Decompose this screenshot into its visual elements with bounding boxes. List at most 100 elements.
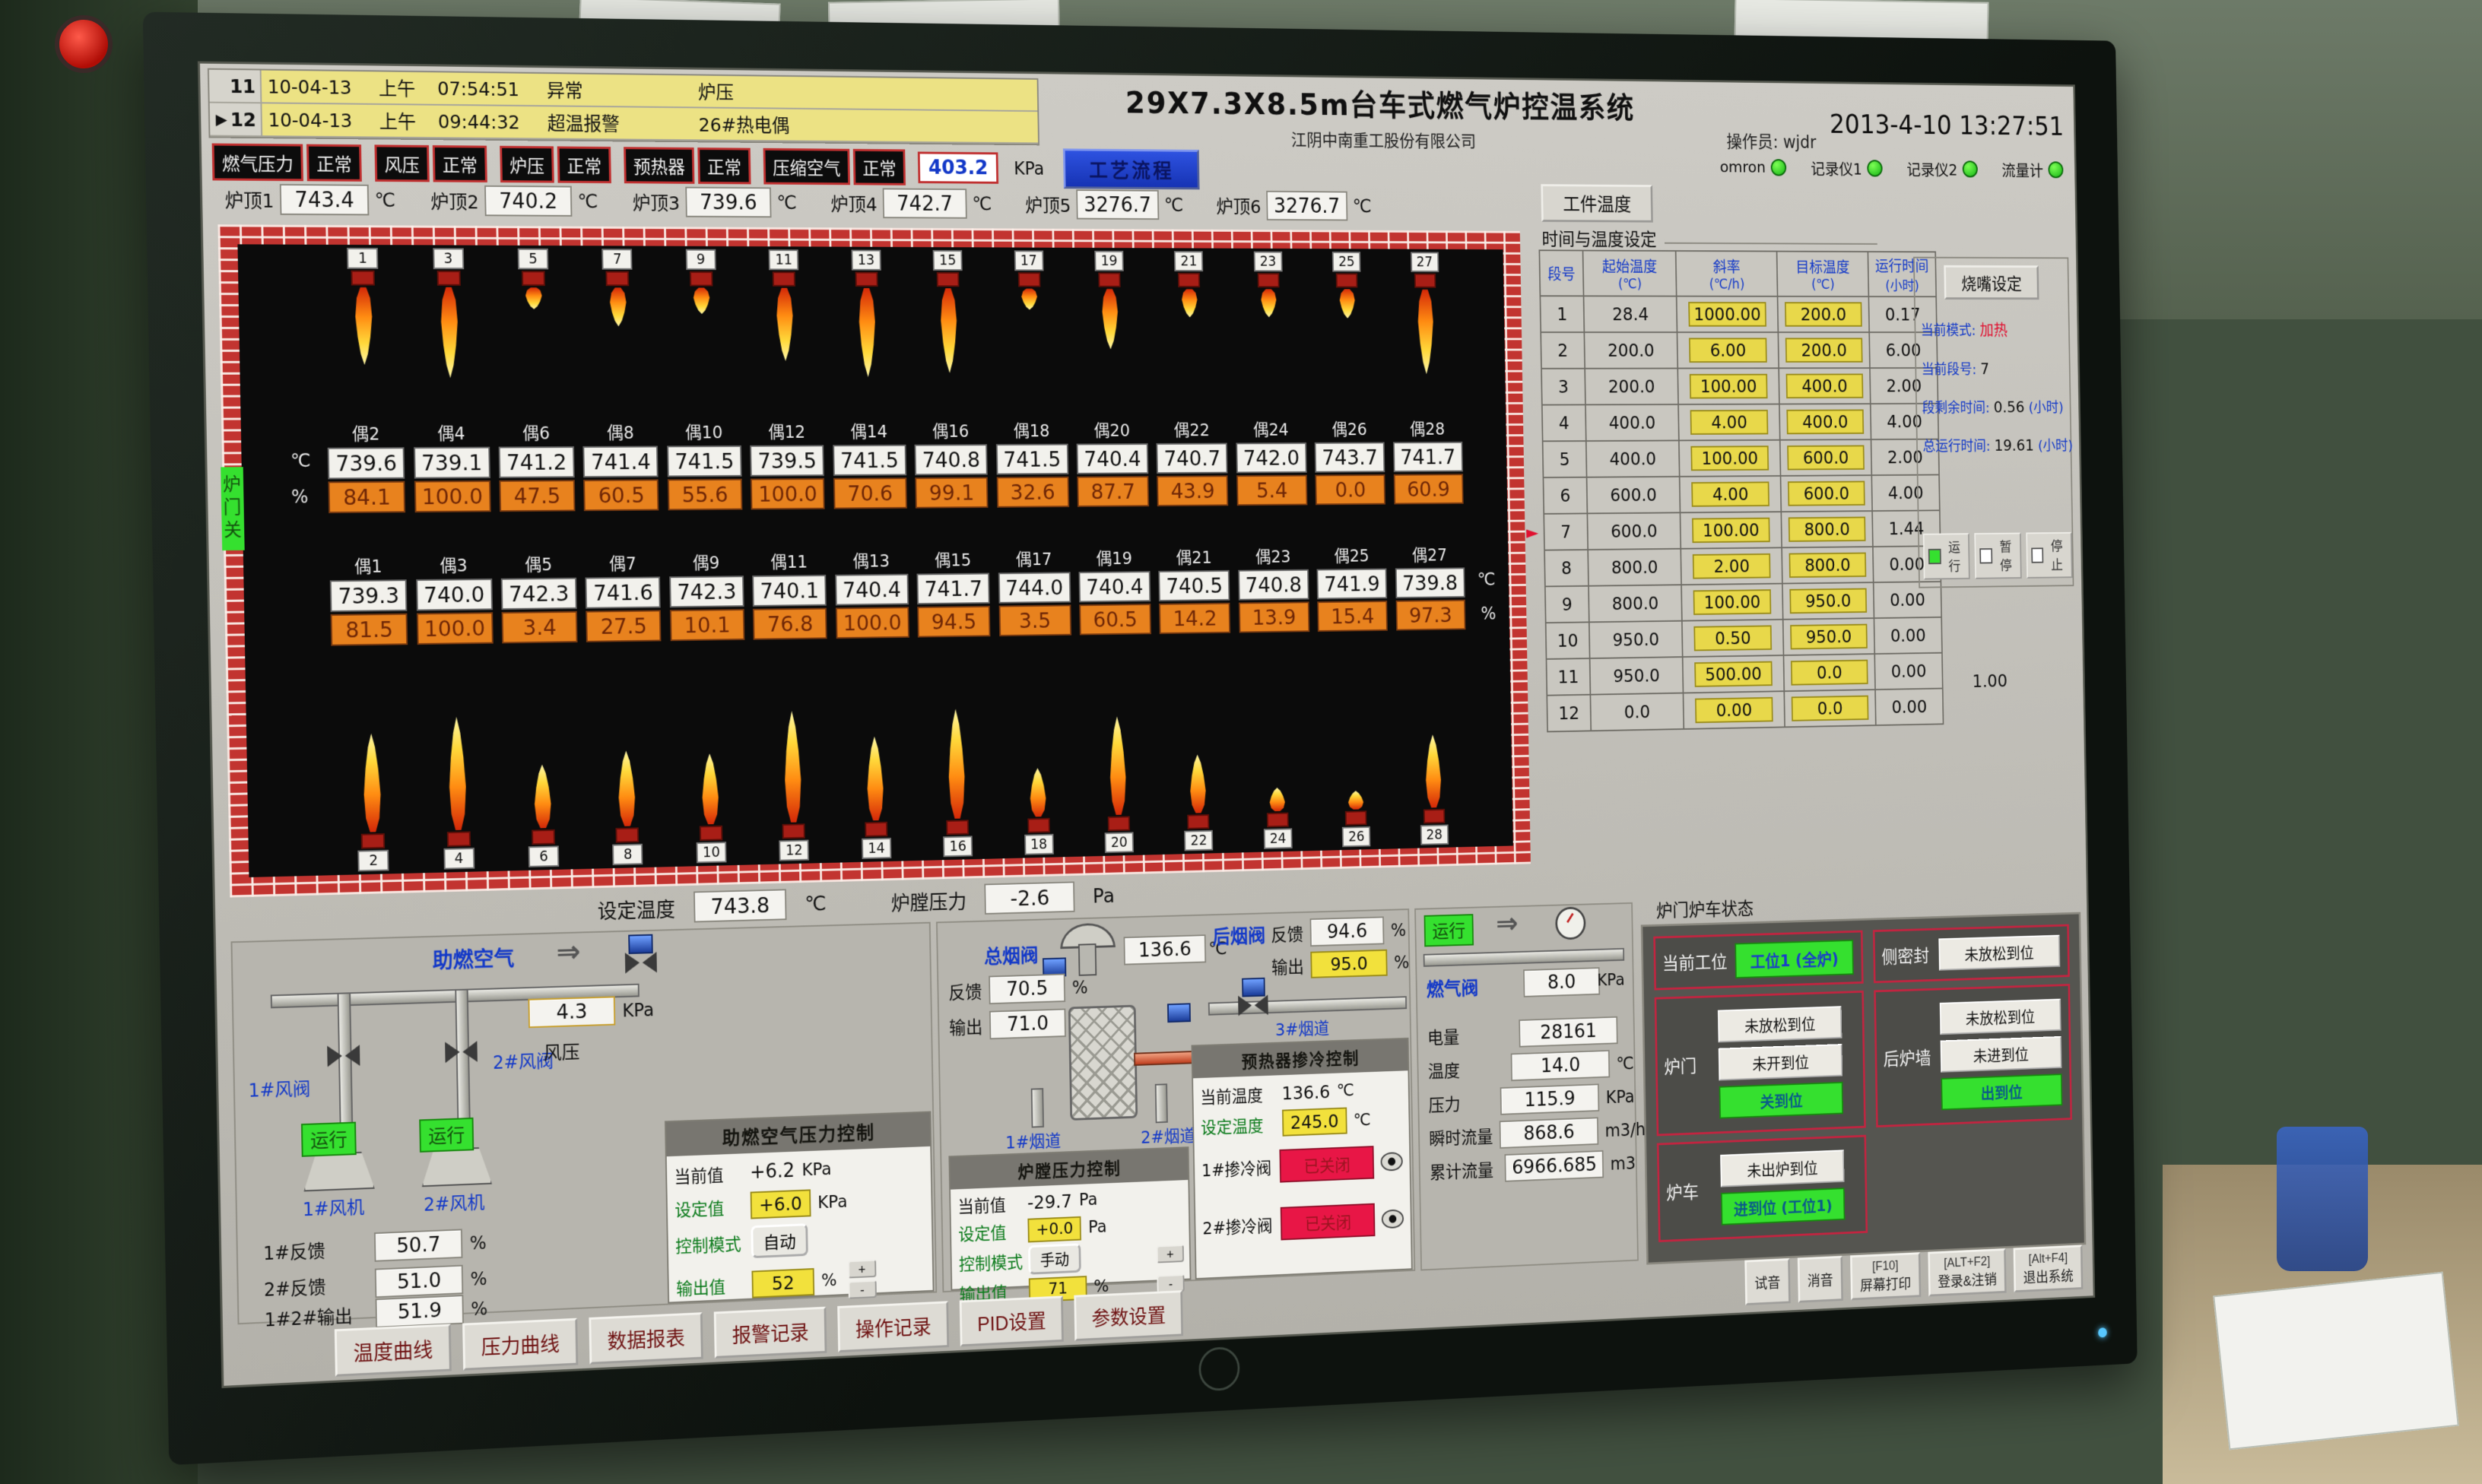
- schedule-rate[interactable]: 100.00: [1693, 589, 1772, 615]
- stop-button[interactable]: 停止: [2026, 532, 2073, 579]
- burner-block-icon: [522, 271, 545, 286]
- schedule-rate[interactable]: 500.00: [1694, 661, 1773, 687]
- burner-settings-button[interactable]: 烧嘴设定: [1944, 265, 2039, 300]
- schedule-rate[interactable]: 0.50: [1693, 625, 1772, 651]
- schedule-target[interactable]: 800.0: [1788, 517, 1866, 542]
- workpiece-temp-button[interactable]: 工件温度: [1541, 184, 1653, 222]
- run-button[interactable]: 运行: [1923, 533, 1970, 579]
- process-flow-button[interactable]: 工艺流程: [1063, 148, 1200, 189]
- alarm-list[interactable]: 11 10-04-13 上午 07:54:51 异常 炉压 ▶ 12 10-04…: [208, 68, 1039, 146]
- burner-number: 10: [696, 842, 726, 863]
- background-object: [2277, 1127, 2368, 1271]
- utility-button[interactable]: 试音: [1744, 1258, 1790, 1305]
- schedule-target[interactable]: 800.0: [1789, 553, 1867, 578]
- burner-block-icon: [351, 271, 375, 286]
- flame-icon: [1029, 768, 1046, 817]
- schedule-target[interactable]: 200.0: [1785, 302, 1862, 326]
- output-value[interactable]: 52: [751, 1268, 814, 1298]
- schedule-target[interactable]: 600.0: [1788, 481, 1865, 506]
- nav-button[interactable]: 数据报表: [589, 1312, 703, 1365]
- schedule-row[interactable]: ► 3 200.0 100.00 400.0 2.00: [1541, 368, 1938, 405]
- car-box: 炉车 未出炉到位进到位 (工位1): [1657, 1135, 1868, 1242]
- roof-temp-unit: ℃: [1353, 195, 1372, 217]
- schedule-row[interactable]: ► 5 400.0 100.00 600.0 2.00: [1543, 439, 1939, 478]
- schedule-rate[interactable]: 6.00: [1689, 338, 1767, 363]
- eye-icon[interactable]: [1381, 1152, 1403, 1172]
- schedule-rate[interactable]: 1000.00: [1688, 302, 1766, 327]
- thermocouple-temperature: 744.0: [998, 572, 1070, 603]
- fp-set-input[interactable]: +0.0: [1027, 1216, 1081, 1242]
- burner-bottom: 12: [751, 710, 836, 861]
- utility-button[interactable]: 消音: [1798, 1256, 1843, 1303]
- burner-block-icon: [1336, 273, 1358, 287]
- schedule-row[interactable]: ► 2 200.0 6.00 200.0 6.00: [1541, 332, 1938, 369]
- thermocouple-column: 偶17 744.0 3.5: [993, 545, 1075, 636]
- schedule-target[interactable]: 200.0: [1785, 338, 1863, 362]
- schedule-rate[interactable]: 4.00: [1690, 410, 1769, 435]
- schedule-target[interactable]: 0.0: [1791, 660, 1868, 686]
- eye-icon[interactable]: [1382, 1209, 1404, 1229]
- schedule-rate-cell: 1000.00: [1677, 296, 1779, 332]
- control-mode-button[interactable]: 自动: [751, 1223, 808, 1258]
- schedule-seg: 8: [1561, 558, 1572, 579]
- title-block: 29X7.3X8.5m台车式燃气炉控温系统 江阴中南重工股份有限公司: [1056, 77, 1701, 154]
- schedule-row[interactable]: ► 4 400.0 4.00 400.0 4.00: [1542, 404, 1938, 442]
- schedule-row[interactable]: ► 9 800.0 100.00 950.0 0.00: [1545, 582, 1941, 623]
- thermocouple-column: 偶6 741.2 47.5: [494, 419, 579, 512]
- thermocouple-temperature: 740.4: [1077, 443, 1149, 474]
- setpoint-temp-value: 743.8: [694, 889, 786, 922]
- burner-number: 27: [1411, 252, 1439, 272]
- roof-temp-label: 炉顶4: [830, 189, 878, 216]
- schedule-seg-cell: ► 10: [1546, 622, 1590, 659]
- schedule-row[interactable]: ► 6 600.0 4.00 600.0 4.00: [1543, 474, 1939, 513]
- utility-button[interactable]: [Alt+F4] 退出系统: [2014, 1245, 2084, 1292]
- set-value-label: 设定值: [674, 1193, 744, 1221]
- utility-button[interactable]: [F10] 屏幕打印: [1850, 1252, 1921, 1300]
- schedule-rate[interactable]: 2.00: [1693, 553, 1771, 579]
- thermocouple-output-percent: 100.0: [836, 607, 909, 639]
- schedule-rate[interactable]: 0.00: [1695, 697, 1773, 723]
- fp-increase-button[interactable]: +: [1157, 1245, 1184, 1263]
- nav-button[interactable]: 温度曲线: [335, 1324, 452, 1376]
- roof-temp-label: 炉顶6: [1216, 192, 1261, 219]
- schedule-rate[interactable]: 100.00: [1690, 446, 1769, 471]
- schedule-target-cell: 950.0: [1782, 582, 1874, 620]
- nav-button[interactable]: PID设置: [960, 1295, 1064, 1346]
- roof-temp-value: 742.7: [882, 188, 966, 218]
- monitor-logo: [1198, 1346, 1240, 1392]
- schedule-row[interactable]: ► 8 800.0 2.00 800.0 0.00: [1544, 546, 1941, 586]
- nav-button[interactable]: 压力曲线: [462, 1318, 578, 1371]
- schedule-target[interactable]: 400.0: [1786, 373, 1864, 398]
- output-increase-button[interactable]: +: [848, 1260, 876, 1279]
- output-decrease-button[interactable]: -: [848, 1280, 876, 1299]
- schedule-target[interactable]: 400.0: [1786, 409, 1864, 434]
- burner-number: 16: [943, 836, 973, 857]
- setpoint-temp-unit: ℃: [805, 892, 827, 915]
- fp-mode-button[interactable]: 手动: [1028, 1243, 1081, 1274]
- schedule-target[interactable]: 950.0: [1789, 588, 1867, 614]
- schedule-target[interactable]: 600.0: [1787, 446, 1865, 471]
- set-value-input[interactable]: +6.0: [751, 1189, 811, 1219]
- device-indicator: 记录仪1: [1811, 157, 1883, 179]
- utility-button[interactable]: [ALT+F2] 登录&注销: [1928, 1248, 2007, 1296]
- schedule-rate[interactable]: 4.00: [1691, 481, 1769, 506]
- schedule-row[interactable]: ► 7 600.0 100.00 800.0 1.44: [1544, 510, 1940, 550]
- pause-button[interactable]: 暂停: [1975, 533, 2022, 579]
- thermocouple-temperature: 741.7: [917, 573, 990, 605]
- gas-gauge-icon: [1555, 906, 1586, 940]
- schedule-row[interactable]: ► 1 28.4 1000.00 200.0 0.17: [1540, 296, 1937, 332]
- schedule-row[interactable]: ► 12 0.0 0.00 0.0 0.00: [1547, 688, 1943, 731]
- nav-button[interactable]: 操作记录: [837, 1301, 949, 1352]
- schedule-target[interactable]: 0.0: [1792, 696, 1869, 721]
- pc-set-input[interactable]: 245.0: [1282, 1108, 1347, 1137]
- gas-reading-label: 压力: [1428, 1089, 1493, 1116]
- gas-reading-value: 115.9: [1500, 1083, 1600, 1115]
- nav-button[interactable]: 报警记录: [714, 1307, 827, 1359]
- schedule-target[interactable]: 950.0: [1790, 624, 1868, 650]
- schedule-row[interactable]: ► 10 950.0 0.50 950.0 0.00: [1546, 617, 1942, 659]
- thermocouple-name: 偶19: [1096, 544, 1132, 569]
- burner-number: 14: [862, 838, 891, 859]
- schedule-rate[interactable]: 100.00: [1690, 374, 1768, 399]
- nav-button[interactable]: 参数设置: [1074, 1290, 1183, 1341]
- schedule-rate[interactable]: 100.00: [1692, 518, 1770, 543]
